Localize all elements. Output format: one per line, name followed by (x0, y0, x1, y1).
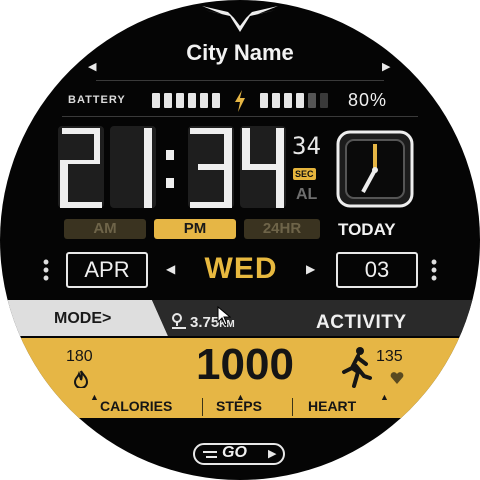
seconds-label: SEC (293, 168, 316, 180)
weekday: WED (204, 252, 278, 285)
go-arrow-icon: ▶ (268, 448, 277, 460)
more-right-icon[interactable]: • • • (430, 253, 438, 287)
heart-icon (390, 372, 404, 384)
right-arrow-icon[interactable]: ▶ (382, 60, 390, 73)
flame-icon (74, 370, 88, 388)
activity-title: ACTIVITY (316, 312, 407, 333)
heart-label[interactable]: HEART (308, 398, 356, 414)
route-pin-icon (172, 313, 186, 329)
calories-label[interactable]: CALORIES (100, 398, 172, 414)
steps-label[interactable]: STEPS (216, 398, 262, 414)
watch-face: City Name ◀ ▶ BATTERY 80% 34 SEC AL AM P… (0, 0, 480, 480)
am-pill[interactable]: AM (64, 219, 146, 239)
24hr-pill[interactable]: 24HR (244, 219, 320, 239)
today-label: TODAY (338, 220, 396, 239)
go-label: GO (222, 444, 247, 461)
analog-clock-icon[interactable] (336, 130, 414, 208)
distance-value: 3.75 (190, 314, 220, 331)
mouse-cursor-icon (217, 306, 231, 326)
speed-lines-icon (203, 451, 217, 453)
day-box: 03 (336, 252, 418, 288)
heart-caret-icon: ▲ (380, 392, 389, 402)
prev-day-icon[interactable]: ◀ (166, 262, 175, 276)
divider (96, 80, 384, 81)
alarm-label: AL (296, 186, 318, 203)
battery-percent: 80% (348, 90, 388, 110)
steps-value: 1000 (196, 340, 294, 389)
heart-value: 135 (376, 348, 403, 365)
runner-icon (342, 347, 372, 388)
left-arrow-icon[interactable]: ◀ (88, 60, 96, 73)
calories-value: 180 (66, 348, 93, 365)
month-box: APR (66, 252, 148, 288)
city-name: City Name (186, 40, 294, 65)
next-day-icon[interactable]: ▶ (306, 262, 315, 276)
separator (292, 398, 293, 416)
divider (62, 116, 418, 117)
lightning-icon (235, 90, 245, 112)
mode-button[interactable]: MODE> (54, 310, 111, 328)
winged-emblem-icon (202, 6, 278, 32)
separator (202, 398, 203, 416)
battery-label: BATTERY (68, 94, 126, 106)
more-left-icon[interactable]: • • • (42, 253, 50, 287)
pm-pill[interactable]: PM (154, 219, 236, 239)
calories-caret-icon: ▲ (90, 392, 99, 402)
digital-time (58, 126, 286, 208)
speed-lines-icon (206, 456, 217, 458)
seconds: 34 (292, 132, 321, 160)
